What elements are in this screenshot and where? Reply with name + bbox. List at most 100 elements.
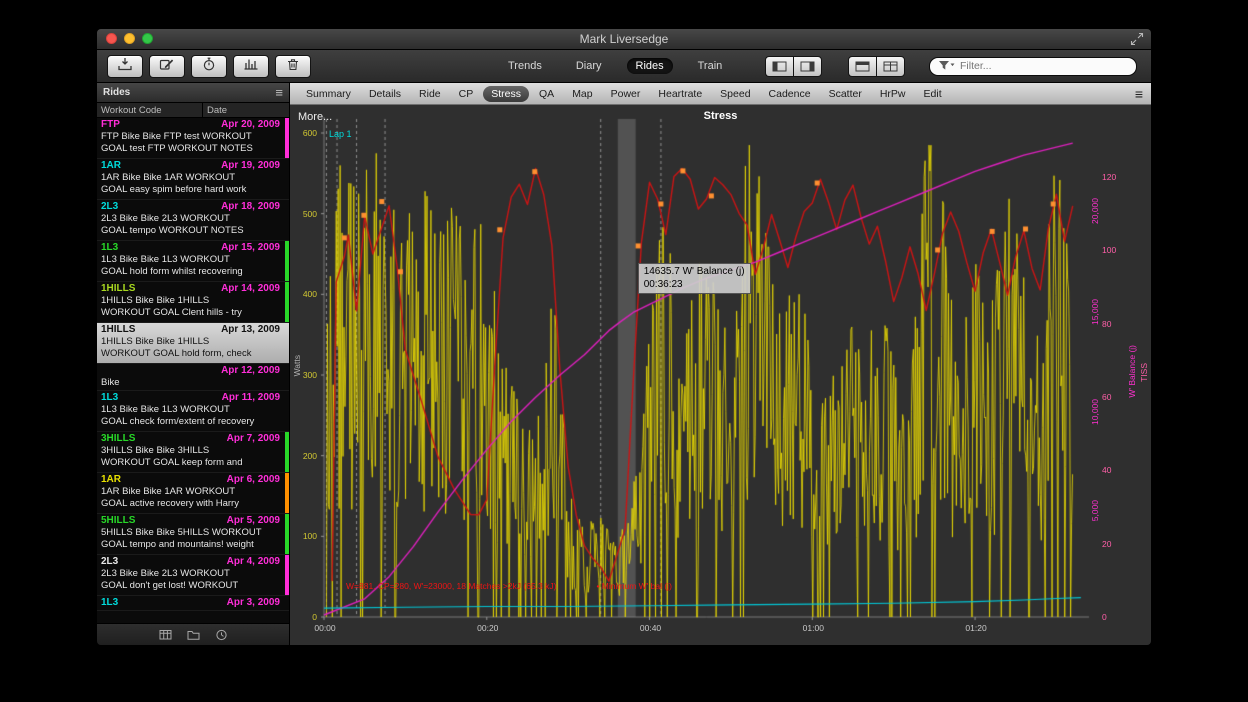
column-header-date[interactable]: Date: [203, 105, 289, 116]
save-button[interactable]: [107, 55, 143, 78]
time-tick: 00:00: [308, 623, 342, 633]
ride-list-item[interactable]: 1L3 Apr 11, 2009 1L3 Bike Bike 1L3 WORKO…: [97, 391, 289, 432]
view-train[interactable]: Train: [689, 58, 732, 74]
ride-desc-line2: GOAL check form/extent of recovery: [101, 416, 280, 428]
wbal-tick: 20,000: [1090, 198, 1100, 224]
filter-input[interactable]: [929, 57, 1137, 76]
ride-list-item[interactable]: 1AR Apr 19, 2009 1AR Bike Bike 1AR WORKO…: [97, 159, 289, 200]
ride-list-item[interactable]: 2L3 Apr 18, 2009 2L3 Bike Bike 2L3 WORKO…: [97, 200, 289, 241]
tab-qa[interactable]: QA: [531, 86, 562, 102]
tab-scatter[interactable]: Scatter: [821, 86, 870, 102]
tab-map[interactable]: Map: [564, 86, 600, 102]
tab-cp[interactable]: CP: [451, 86, 482, 102]
ride-desc-line2: GOAL hold form whilst recovering: [101, 266, 280, 278]
split-pane-button[interactable]: [876, 56, 905, 77]
clock-icon[interactable]: [215, 629, 228, 641]
ride-desc-line2: GOAL tempo and mountains! weight: [101, 539, 280, 551]
tab-speed[interactable]: Speed: [712, 86, 758, 102]
sidebar-menu-icon[interactable]: ≡: [275, 86, 283, 99]
view-rides[interactable]: Rides: [627, 58, 673, 74]
ride-code: FTP: [101, 119, 221, 131]
tooltip-value: 14635.7 W' Balance (j): [644, 266, 745, 279]
ride-desc-line2: GOAL active recovery with Harry: [101, 498, 280, 510]
tab-cadence[interactable]: Cadence: [761, 86, 819, 102]
tab-edit[interactable]: Edit: [916, 86, 950, 102]
ride-date: Apr 15, 2009: [221, 242, 280, 254]
ride-list-item[interactable]: 1AR Apr 6, 2009 1AR Bike Bike 1AR WORKOU…: [97, 473, 289, 514]
ride-color-strip: [285, 514, 289, 554]
view-trends[interactable]: Trends: [499, 58, 551, 74]
split-pane-icon: [883, 61, 898, 72]
ride-list[interactable]: FTP Apr 20, 2009 FTP Bike Bike FTP test …: [97, 118, 289, 623]
ride-date: Apr 20, 2009: [221, 119, 280, 131]
ride-code: 5HILLS: [101, 515, 227, 527]
ride-desc-line1: 3HILLS Bike Bike 3HILLS: [101, 445, 280, 457]
ride-desc-line1: 5HILLS Bike Bike 5HILLS WORKOUT: [101, 527, 280, 539]
tooltip-time: 00:36:23: [644, 279, 745, 292]
ride-list-item[interactable]: 1HILLS Apr 13, 2009 1HILLS Bike Bike 1HI…: [97, 323, 289, 364]
filter-field-wrap: [929, 56, 1137, 76]
edit-button[interactable]: [149, 55, 185, 78]
grid-icon[interactable]: [159, 629, 172, 641]
ride-list-item[interactable]: FTP Apr 20, 2009 FTP Bike Bike FTP test …: [97, 118, 289, 159]
tiss-tick: 100: [1102, 245, 1128, 255]
time-tick: 00:20: [471, 623, 505, 633]
toolbar-icon-group: [107, 55, 311, 78]
folder-icon[interactable]: [187, 629, 200, 641]
ride-desc-line1: 2L3 Bike Bike 2L3 WORKOUT: [101, 213, 280, 225]
ride-code: 3HILLS: [101, 433, 227, 445]
cp-annotation-right: • Minimum W' bal (j): [596, 581, 671, 591]
stress-chart-canvas[interactable]: [290, 105, 1151, 645]
watts-tick: 400: [290, 289, 317, 299]
toggle-sidebar-right-button[interactable]: [793, 56, 822, 77]
ride-list-item[interactable]: 1HILLS Apr 14, 2009 1HILLS Bike Bike 1HI…: [97, 282, 289, 323]
ride-code: 1AR: [101, 474, 227, 486]
ride-list-item[interactable]: 2L3 Apr 4, 2009 2L3 Bike Bike 2L3 WORKOU…: [97, 555, 289, 596]
ride-desc-line2: GOAL test FTP WORKOUT NOTES: [101, 143, 280, 155]
wbal-tick: 10,000: [1090, 399, 1100, 425]
ride-list-item[interactable]: 1L3 Apr 15, 2009 1L3 Bike Bike 1L3 WORKO…: [97, 241, 289, 282]
ride-date: Apr 6, 2009: [227, 474, 280, 486]
tiss-tick: 80: [1102, 319, 1128, 329]
tab-ride[interactable]: Ride: [411, 86, 449, 102]
tiss-tick: 20: [1102, 539, 1128, 549]
ride-list-item[interactable]: 1L3 Apr 3, 2009: [97, 596, 289, 611]
ride-code: 1AR: [101, 160, 221, 172]
ride-color-strip: [285, 118, 289, 158]
trash-button[interactable]: [275, 55, 311, 78]
tab-stress[interactable]: Stress: [483, 86, 529, 102]
view-switcher: Trends Diary Rides Train: [499, 58, 731, 74]
watts-tick: 500: [290, 209, 317, 219]
tab-power[interactable]: Power: [603, 86, 649, 102]
toggle-sidebar-left-button[interactable]: [765, 56, 793, 77]
stopwatch-button[interactable]: [191, 55, 227, 78]
ride-desc-line1: 1HILLS Bike Bike 1HILLS: [101, 295, 280, 307]
ride-date: Apr 4, 2009: [227, 556, 280, 568]
tab-summary[interactable]: Summary: [298, 86, 359, 102]
wbal-tick: 5,000: [1090, 500, 1100, 521]
screen: Mark Liversedge Trends Diary Rides Train: [0, 0, 1248, 702]
ride-date: Apr 19, 2009: [221, 160, 280, 172]
tab-heartrate[interactable]: Heartrate: [650, 86, 710, 102]
ride-desc-line2: WORKOUT GOAL Clent hills - try: [101, 307, 280, 319]
ride-code: 1HILLS: [101, 283, 221, 295]
ride-date: Apr 13, 2009: [221, 324, 280, 336]
window-content: Rides ≡ Workout Code Date FTP Apr 20, 20…: [97, 83, 1151, 645]
view-diary[interactable]: Diary: [567, 58, 611, 74]
ride-list-item[interactable]: 5HILLS Apr 5, 2009 5HILLS Bike Bike 5HIL…: [97, 514, 289, 555]
tab-details[interactable]: Details: [361, 86, 409, 102]
ride-list-item[interactable]: 3HILLS Apr 7, 2009 3HILLS Bike Bike 3HIL…: [97, 432, 289, 473]
ride-list-item[interactable]: Apr 12, 2009 Bike: [97, 364, 289, 391]
view-mode-toggle-group: [848, 56, 905, 77]
chart-title: Stress: [290, 110, 1151, 122]
wbal-tick: 15,000: [1090, 299, 1100, 325]
intervals-button[interactable]: [233, 55, 269, 78]
single-pane-button[interactable]: [848, 56, 876, 77]
chart-menu-icon[interactable]: ≡: [1135, 87, 1143, 101]
ride-code: 1HILLS: [101, 324, 221, 336]
titlebar[interactable]: Mark Liversedge: [97, 29, 1151, 50]
column-header-workout-code[interactable]: Workout Code: [97, 103, 203, 117]
watts-tick: 300: [290, 370, 317, 380]
tab-hrpw[interactable]: HrPw: [872, 86, 914, 102]
fullscreen-icon[interactable]: [1130, 32, 1144, 46]
